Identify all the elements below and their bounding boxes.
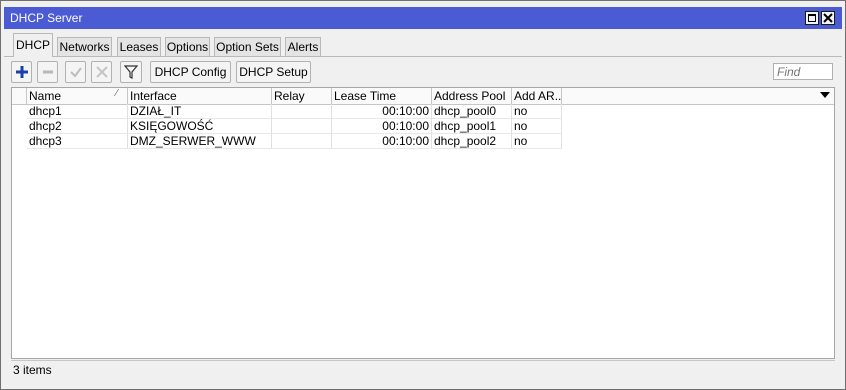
sort-indicator-icon: ⁄ — [116, 88, 118, 99]
cell-add-arp: no — [512, 104, 562, 119]
disable-button[interactable] — [91, 61, 112, 83]
window-title: DHCP Server — [10, 11, 83, 25]
tab-options[interactable]: Options — [165, 37, 210, 57]
dhcp-setup-button[interactable]: DHCP Setup — [236, 61, 311, 83]
dhcp-server-window: DHCP Server DHCP Networks Leases Options… — [0, 0, 846, 390]
cell-lease-time: 00:10:00 — [332, 104, 432, 119]
table-row[interactable]: dhcp1 DZIAŁ_IT 00:10:00 dhcp_pool0 no — [12, 104, 834, 119]
filter-button[interactable] — [120, 61, 142, 83]
cross-icon — [96, 66, 108, 78]
cell-relay — [272, 119, 332, 134]
cell-interface: DZIAŁ_IT — [128, 104, 272, 119]
cell-relay — [272, 104, 332, 119]
header-spacer — [12, 88, 27, 104]
status-bar: 3 items — [11, 360, 835, 379]
dhcp-server-table: Name ⁄ Interface Relay Lease Time Addres… — [11, 87, 835, 359]
column-name[interactable]: Name — [27, 88, 128, 104]
column-lease-time[interactable]: Lease Time — [332, 88, 432, 104]
cell-address-pool: dhcp_pool1 — [432, 119, 512, 134]
cell-name: dhcp3 — [27, 134, 128, 149]
column-add-arp[interactable]: Add AR... — [512, 88, 562, 104]
column-relay[interactable]: Relay — [272, 88, 332, 104]
tab-option-sets[interactable]: Option Sets — [214, 37, 281, 57]
filter-icon — [124, 65, 138, 79]
cell-add-arp: no — [512, 134, 562, 149]
cell-address-pool: dhcp_pool2 — [432, 134, 512, 149]
cell-lease-time: 00:10:00 — [332, 134, 432, 149]
minus-icon — [43, 70, 53, 74]
dhcp-config-button[interactable]: DHCP Config — [150, 61, 231, 83]
check-icon — [70, 67, 82, 78]
cell-add-arp: no — [512, 119, 562, 134]
cell-interface: KSIĘGOWOŚĆ — [128, 119, 272, 134]
title-bar[interactable]: DHCP Server — [4, 7, 842, 29]
cell-address-pool: dhcp_pool0 — [432, 104, 512, 119]
cell-name: dhcp1 — [27, 104, 128, 119]
column-menu-icon[interactable] — [820, 91, 830, 99]
plus-icon — [16, 66, 28, 78]
table-row[interactable]: dhcp3 DMZ_SERWER_WWW 00:10:00 dhcp_pool2… — [12, 134, 834, 149]
cell-interface: DMZ_SERWER_WWW — [128, 134, 272, 149]
enable-button[interactable] — [65, 61, 86, 83]
tab-alerts[interactable]: Alerts — [285, 37, 321, 57]
table-header: Name ⁄ Interface Relay Lease Time Addres… — [12, 88, 834, 105]
tab-networks[interactable]: Networks — [57, 37, 112, 57]
find-input[interactable] — [773, 63, 833, 80]
close-icon[interactable] — [821, 11, 835, 25]
tab-dhcp[interactable]: DHCP — [13, 33, 53, 57]
maximize-icon[interactable] — [805, 11, 819, 25]
add-button[interactable] — [11, 61, 32, 83]
table-row[interactable]: dhcp2 KSIĘGOWOŚĆ 00:10:00 dhcp_pool1 no — [12, 119, 834, 134]
tab-leases[interactable]: Leases — [117, 37, 161, 57]
cell-name: dhcp2 — [27, 119, 128, 134]
column-interface[interactable]: Interface — [128, 88, 272, 104]
cell-lease-time: 00:10:00 — [332, 119, 432, 134]
remove-button[interactable] — [37, 61, 58, 83]
cell-relay — [272, 134, 332, 149]
column-address-pool[interactable]: Address Pool — [432, 88, 512, 104]
